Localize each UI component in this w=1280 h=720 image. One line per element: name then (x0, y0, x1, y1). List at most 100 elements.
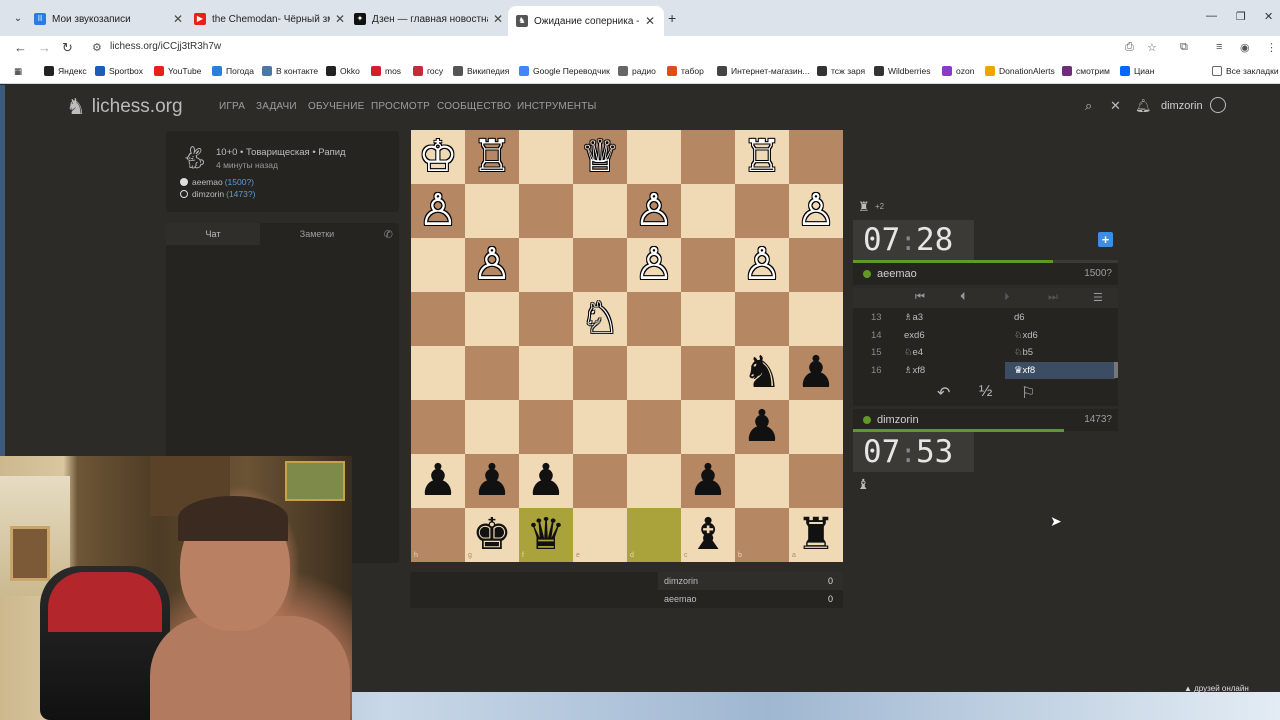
forward-icon[interactable]: → (38, 40, 51, 55)
board-square[interactable] (681, 238, 735, 292)
bookmark-item[interactable]: Погода (212, 66, 254, 76)
profile-icon[interactable]: ◉ (1240, 41, 1250, 54)
board-square[interactable] (519, 292, 573, 346)
white-pawn-piece[interactable]: ♙ (627, 184, 681, 238)
tab-close-icon[interactable]: ✕ (492, 12, 504, 26)
nav-item[interactable]: ОБУЧЕНИЕ (308, 101, 364, 112)
friends-online[interactable]: ▲ друзей онлайн (1184, 684, 1249, 693)
board-square[interactable] (681, 346, 735, 400)
bookmark-item[interactable]: mos (371, 66, 401, 76)
browser-tab[interactable]: ✦ Дзен — главная новостная ин ✕ (354, 8, 504, 30)
lichess-logo[interactable]: ♞ lichess.org (66, 94, 183, 120)
user-avatar-icon[interactable] (1210, 97, 1226, 113)
black-move[interactable]: d6 (1014, 312, 1025, 323)
bookmark-item[interactable]: DonationAlerts (985, 66, 1055, 76)
white-knight-piece[interactable]: ♘ (573, 292, 627, 346)
white-pawn-piece[interactable]: ♙ (411, 184, 465, 238)
browser-tab[interactable]: II Мои звукозаписи ✕ (34, 8, 184, 30)
next-move-icon[interactable]: ⏵ (1004, 291, 1010, 304)
move-list-scrollbar[interactable] (1114, 362, 1118, 378)
notifications-bell-icon[interactable]: 🔔︎ (1135, 98, 1152, 114)
board-square[interactable] (411, 346, 465, 400)
black-bishop-piece[interactable]: ♝ (681, 508, 735, 562)
board-square[interactable] (465, 400, 519, 454)
apps-icon[interactable]: ▦ (14, 66, 22, 77)
board-square[interactable] (573, 238, 627, 292)
white-rook-piece[interactable]: ♖ (465, 130, 519, 184)
bookmark-item[interactable]: YouTube (154, 66, 201, 76)
board-square[interactable] (627, 508, 681, 562)
search-icon[interactable]: ⌕ (1085, 98, 1092, 114)
black-pawn-piece[interactable]: ♟ (735, 400, 789, 454)
board-square[interactable] (789, 292, 843, 346)
black-rook-piece[interactable]: ♜ (789, 508, 843, 562)
first-move-icon[interactable]: ⏮ (915, 291, 925, 304)
black-pawn-piece[interactable]: ♟ (681, 454, 735, 508)
tab-close-icon[interactable]: ✕ (172, 12, 184, 26)
black-pawn-piece[interactable]: ♟ (519, 454, 573, 508)
board-square[interactable] (681, 184, 735, 238)
resign-flag-icon[interactable]: ⚐ (1021, 383, 1035, 403)
board-square[interactable] (465, 292, 519, 346)
bookmark-item[interactable]: Циан (1120, 66, 1154, 76)
black-move[interactable]: ♛xf8 (1014, 365, 1035, 376)
nav-item[interactable]: ПРОСМОТР (371, 101, 430, 112)
board-square[interactable] (411, 508, 465, 562)
board-square[interactable] (573, 400, 627, 454)
extensions-icon[interactable]: ⧉ (1180, 41, 1188, 54)
board-square[interactable] (735, 454, 789, 508)
maximize-icon[interactable]: ❐ (1236, 10, 1246, 23)
board-square[interactable] (627, 346, 681, 400)
black-knight-piece[interactable]: ♞ (735, 346, 789, 400)
site-info-icon[interactable]: ⚙ (92, 41, 102, 54)
window-close-icon[interactable]: ✕ (1264, 10, 1273, 23)
board-square[interactable] (735, 184, 789, 238)
board-square[interactable] (735, 292, 789, 346)
new-tab-button[interactable]: + (668, 10, 676, 26)
white-move[interactable]: ♗xf8 (904, 365, 925, 376)
bookmark-item[interactable]: смотрим (1062, 66, 1110, 76)
minimize-icon[interactable]: — (1206, 10, 1217, 22)
board-square[interactable] (573, 346, 627, 400)
black-pawn-piece[interactable]: ♟ (465, 454, 519, 508)
board-square[interactable] (465, 184, 519, 238)
board-square[interactable] (519, 238, 573, 292)
white-move[interactable]: exd6 (904, 330, 925, 341)
board-square[interactable] (681, 130, 735, 184)
tab-close-icon[interactable]: ✕ (334, 12, 346, 26)
last-move-icon[interactable]: ⏭ (1048, 291, 1058, 304)
back-icon[interactable]: ← (14, 40, 27, 55)
user-menu[interactable]: dimzorin (1161, 100, 1203, 112)
opponent-row[interactable]: aeemao 1500? (853, 263, 1118, 285)
nav-item[interactable]: ЗАДАЧИ (256, 101, 297, 112)
nav-item[interactable]: ИНСТРУМЕНТЫ (517, 101, 597, 112)
black-queen-piece[interactable]: ♛ (519, 508, 573, 562)
white-move[interactable]: ♘e4 (904, 347, 923, 358)
black-pawn-piece[interactable]: ♟ (411, 454, 465, 508)
white-move[interactable]: ♗a3 (904, 312, 923, 323)
tab-chat[interactable]: Чат (166, 223, 260, 245)
board-square[interactable] (519, 400, 573, 454)
board-square[interactable] (519, 184, 573, 238)
tab-search-chevron-icon[interactable]: ⌄ (8, 10, 28, 28)
url-text[interactable]: lichess.org/iCCjj3tR3h7w (110, 41, 221, 52)
takeback-icon[interactable]: ↶ (937, 383, 950, 403)
board-square[interactable] (627, 130, 681, 184)
nav-item[interactable]: ИГРА (219, 101, 245, 112)
bookmark-item[interactable]: Sportbox (95, 66, 143, 76)
board-square[interactable] (411, 292, 465, 346)
bookmark-item[interactable]: В контакте (262, 66, 318, 76)
bookmark-item[interactable]: Интернет-магазин... (717, 66, 809, 76)
bookmark-item[interactable]: тсж заря (817, 66, 865, 76)
bookmark-item[interactable]: Википедия (453, 66, 509, 76)
white-pawn-piece[interactable]: ♙ (627, 238, 681, 292)
bookmark-item[interactable]: радио (618, 66, 656, 76)
black-king-piece[interactable]: ♚ (465, 508, 519, 562)
nav-item[interactable]: СООБЩЕСТВО (437, 101, 511, 112)
white-rook-piece[interactable]: ♖ (735, 130, 789, 184)
board-square[interactable] (627, 292, 681, 346)
black-move[interactable]: ♘xd6 (1014, 330, 1038, 341)
board-square[interactable] (789, 238, 843, 292)
offer-draw-icon[interactable]: ½ (979, 383, 992, 401)
browser-tab[interactable]: ▶ the Chemodan- Чёрный змей ✕ (194, 8, 346, 30)
